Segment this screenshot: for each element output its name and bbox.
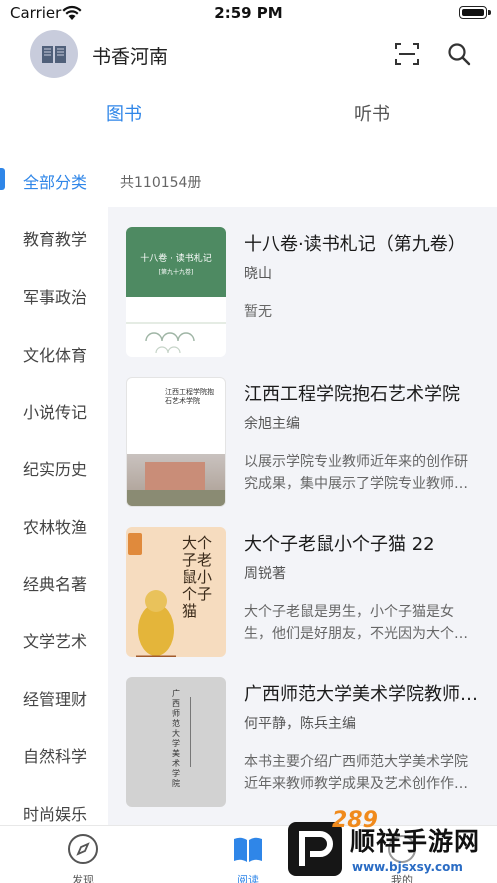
sidebar-item-all[interactable]: 全部分类 — [23, 169, 87, 193]
app-header: 书香河南 — [0, 28, 497, 84]
book-description: 本书主要介绍广西师范大学美术学院近年来教师教学成果及艺术创作作品。 — [244, 754, 468, 792]
cover-title: 广西师范大学美术学院 — [172, 689, 180, 788]
status-time: 2:59 PM — [214, 4, 283, 22]
sidebar-item-military[interactable]: 军事政治 — [23, 284, 87, 308]
book-title[interactable]: 广西师范大学美术学院教师作品集 — [244, 680, 484, 706]
library-avatar[interactable] — [30, 30, 78, 78]
cover-title: 十八卷 · 读书札记 — [140, 254, 212, 264]
cover-subtitle: [第九十九卷] — [158, 269, 194, 276]
active-category-indicator — [0, 168, 5, 190]
book-author: 何平静，陈兵主编 — [244, 716, 356, 732]
sidebar-item-science[interactable]: 自然科学 — [23, 743, 87, 767]
tab-books[interactable]: 图书 — [106, 100, 142, 126]
book-author: 晓山 — [244, 266, 272, 282]
cover-title: 江西工程学院抱石艺术学院 — [165, 388, 214, 405]
sidebar-item-culture[interactable]: 文化体育 — [23, 342, 87, 366]
tab-audiobooks[interactable]: 听书 — [354, 100, 390, 126]
book-count: 共110154册 — [120, 175, 202, 191]
nav-discover[interactable]: 发现 — [53, 832, 113, 883]
book-description: 以展示学院专业教师近年来的创作研究成果，集中展示了学院专业教师的艺术风貌。 — [244, 454, 468, 492]
sidebar-item-finance[interactable]: 经管理财 — [23, 686, 87, 710]
watermark-url: www.bjsxsy.com — [352, 860, 463, 874]
nav-reading-label: 阅读 — [237, 874, 259, 883]
status-bar: Carrier 2:59 PM — [0, 0, 497, 28]
book-icon — [42, 46, 66, 63]
book-cover: 大个子老鼠小个子猫 — [126, 527, 226, 657]
search-icon[interactable] — [446, 41, 472, 67]
list-item[interactable]: 广西师范大学美术学院 广西师范大学美术学院教师作品集 何平静，陈兵主编 本书主要… — [108, 657, 497, 807]
sidebar-item-literature[interactable]: 文学艺术 — [23, 628, 87, 652]
compass-icon — [68, 834, 98, 864]
nav-reading[interactable]: 阅读 — [218, 832, 278, 883]
sidebar-item-fashion[interactable]: 时尚娱乐 — [23, 801, 87, 825]
book-cover: 江西工程学院抱石艺术学院 — [126, 377, 226, 507]
sidebar-item-agriculture[interactable]: 农林牧渔 — [23, 514, 87, 538]
book-open-icon — [234, 837, 262, 862]
scan-icon[interactable] — [394, 41, 420, 67]
sidebar-item-classics[interactable]: 经典名著 — [23, 571, 87, 595]
book-description: 暂无 — [244, 304, 272, 320]
book-description: 大个子老鼠是男生，小个子猫是女生，他们是好朋友，不光因为大个子老鼠和小个子猫…… — [244, 604, 468, 642]
list-item[interactable]: 大个子老鼠小个子猫 大个子老鼠小个子猫 22 周锐著 大个子老鼠是男生，小个子猫… — [108, 507, 497, 657]
cover-pattern — [126, 322, 226, 354]
book-cover: 广西师范大学美术学院 — [126, 677, 226, 807]
book-author: 余旭主编 — [244, 416, 300, 432]
content-tabs: 图书 听书 — [0, 96, 497, 136]
sidebar-item-fiction[interactable]: 小说传记 — [23, 399, 87, 423]
sidebar-item-education[interactable]: 教育教学 — [23, 226, 87, 250]
library-name[interactable]: 书香河南 — [92, 42, 168, 69]
nav-discover-label: 发现 — [72, 874, 94, 883]
cover-title: 大个子老鼠小个子猫 — [182, 534, 213, 620]
book-title[interactable]: 十八卷·读书札记（第九卷） — [244, 230, 484, 256]
watermark-brand: 顺祥手游网 — [350, 827, 481, 856]
book-title[interactable]: 江西工程学院抱石艺术学院 — [244, 380, 484, 406]
book-author: 周锐著 — [244, 566, 286, 582]
watermark: 289 顺祥手游网 www.bjsxsy.com — [284, 806, 497, 883]
cover-illustration — [136, 590, 176, 657]
battery-icon — [459, 6, 491, 19]
list-item[interactable]: 江西工程学院抱石艺术学院 江西工程学院抱石艺术学院 余旭主编 以展示学院专业教师… — [108, 357, 497, 507]
book-title[interactable]: 大个子老鼠小个子猫 22 — [244, 530, 484, 556]
list-item[interactable]: 十八卷 · 读书札记 [第九十九卷] 十八卷·读书札记（第九卷） 晓山 暂无 — [108, 207, 497, 357]
book-list: 十八卷 · 读书札记 [第九十九卷] 十八卷·读书札记（第九卷） 晓山 暂无 江… — [108, 207, 497, 825]
book-cover: 十八卷 · 读书札记 [第九十九卷] — [126, 227, 226, 357]
sidebar-item-history[interactable]: 纪实历史 — [23, 456, 87, 480]
